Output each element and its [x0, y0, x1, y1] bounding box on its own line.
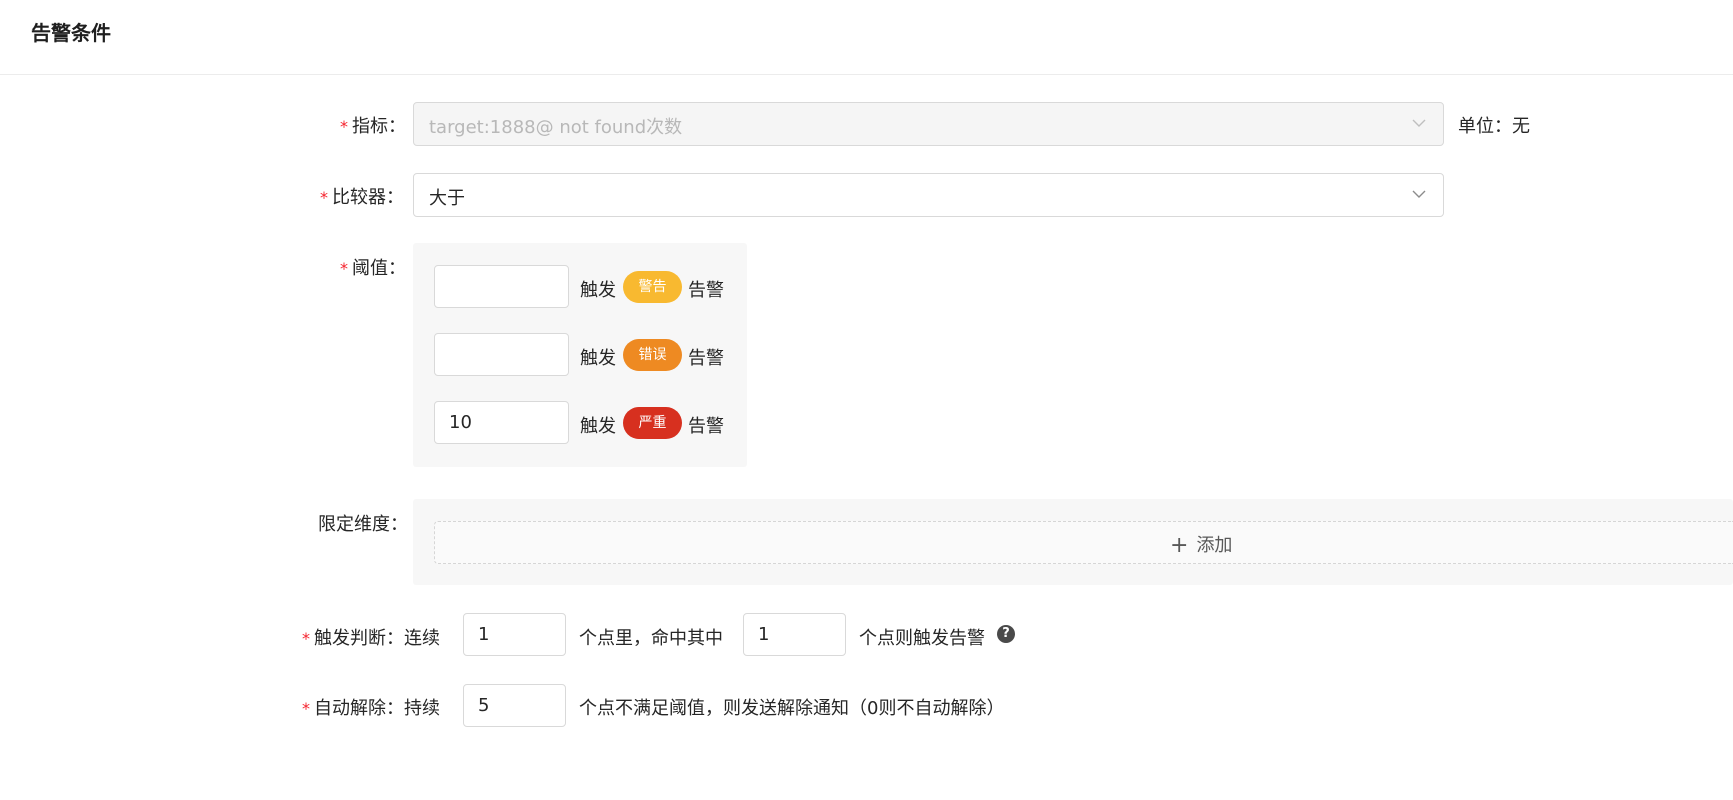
level-badge-warning: 警告	[623, 271, 682, 303]
required-asterisk: *	[340, 117, 348, 136]
dimension-label: 限定维度：	[318, 514, 408, 535]
metric-select[interactable]: target:1888@ not found次数	[413, 102, 1444, 146]
trigger-judge-suffix: 个点则触发告警	[859, 628, 985, 649]
threshold-warning-input[interactable]	[434, 265, 569, 308]
add-dimension-label: 添加	[1196, 535, 1233, 556]
metric-unit: 单位：无	[1458, 116, 1530, 137]
threshold-trigger-text: 触发	[580, 348, 616, 369]
threshold-suffix-text: 告警	[688, 348, 724, 369]
auto-resolve-suffix: 个点不满足阈值，则发送解除通知（0则不自动解除）	[579, 698, 1005, 719]
threshold-suffix-text: 告警	[688, 280, 724, 301]
required-asterisk: *	[302, 699, 310, 718]
trigger-judge-middle: 个点里，命中其中	[579, 628, 723, 649]
trigger-judge-prefix: 连续	[404, 628, 440, 649]
required-asterisk: *	[320, 188, 328, 207]
required-asterisk: *	[302, 629, 310, 648]
chevron-down-icon	[1412, 119, 1426, 127]
section-title: 告警条件	[31, 21, 111, 45]
metric-label: 指标：	[352, 116, 406, 137]
threshold-label: 阈值：	[352, 258, 406, 279]
level-badge-critical: 严重	[623, 407, 682, 439]
comparator-select-value: 大于	[429, 188, 465, 209]
comparator-label-wrap: * 比较器：	[320, 183, 404, 209]
trigger-points-input[interactable]: 1	[463, 613, 566, 656]
trigger-hits-input[interactable]: 1	[743, 613, 846, 656]
comparator-select[interactable]: 大于	[413, 173, 1444, 217]
trigger-judge-label: 触发判断：	[314, 628, 404, 649]
section-header: 告警条件	[0, 0, 1733, 75]
metric-select-value: target:1888@ not found次数	[429, 117, 683, 138]
auto-resolve-prefix: 持续	[404, 698, 440, 719]
threshold-trigger-text: 触发	[580, 280, 616, 301]
threshold-label-wrap: * 阈值：	[340, 254, 406, 280]
add-dimension-button[interactable]: + 添加	[434, 521, 1733, 564]
threshold-critical-input[interactable]: 10	[434, 401, 569, 444]
comparator-label: 比较器：	[332, 187, 404, 208]
auto-resolve-label: 自动解除：	[314, 698, 404, 719]
threshold-suffix-text: 告警	[688, 416, 724, 437]
auto-resolve-points-input[interactable]: 5	[463, 684, 566, 727]
threshold-trigger-text: 触发	[580, 416, 616, 437]
question-circle-icon[interactable]: ?	[997, 625, 1015, 643]
required-asterisk: *	[340, 259, 348, 278]
metric-label-wrap: * 指标：	[340, 112, 406, 138]
chevron-down-icon	[1412, 190, 1426, 198]
plus-icon: +	[1170, 533, 1189, 558]
trigger-judge-label-wrap: * 触发判断：连续	[302, 624, 440, 650]
threshold-error-input[interactable]	[434, 333, 569, 376]
level-badge-error: 错误	[623, 339, 682, 371]
auto-resolve-label-wrap: * 自动解除：持续	[302, 694, 440, 720]
add-dimension-content: + 添加	[1170, 531, 1232, 558]
